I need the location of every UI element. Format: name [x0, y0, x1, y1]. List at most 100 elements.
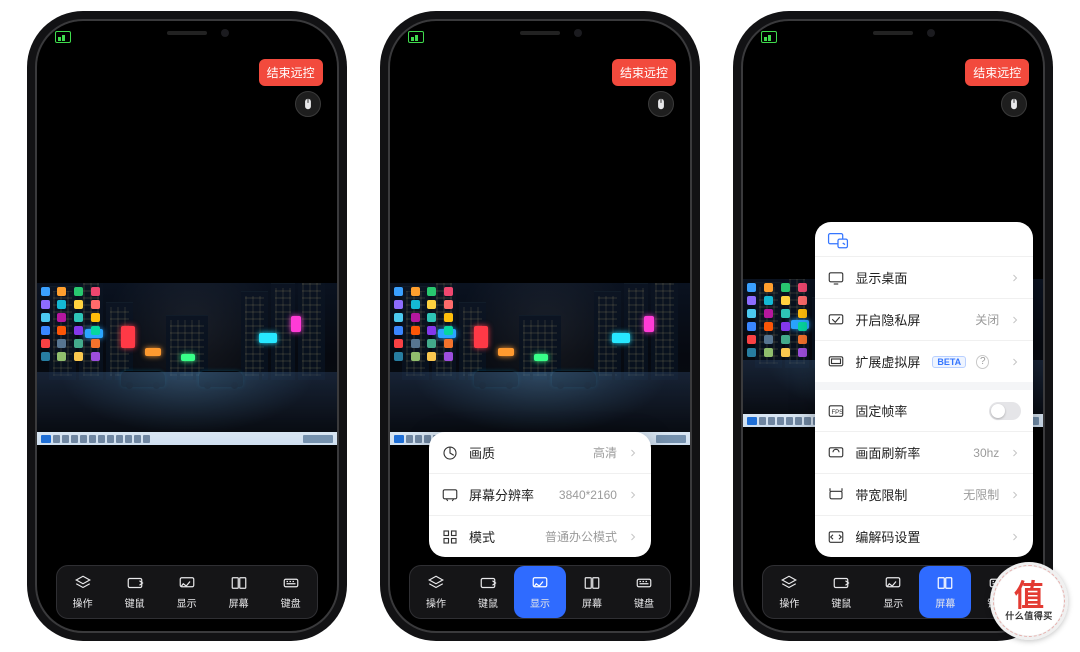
toolbar-display-button[interactable]: 显示	[514, 566, 566, 618]
row-codec[interactable]: 编解码设置	[815, 515, 1033, 557]
row-quality[interactable]: 画质 高清	[429, 432, 651, 473]
mouse-icon	[1007, 97, 1021, 111]
row-mode-label: 模式	[469, 527, 495, 546]
help-icon[interactable]: ?	[976, 355, 989, 369]
toolbar-mouse-button[interactable]: 键鼠	[462, 566, 514, 618]
signal-icon	[408, 31, 424, 43]
row-resolution-value: 3840*2160	[559, 488, 617, 502]
status-bar	[55, 31, 71, 43]
monitor-icon	[177, 574, 197, 592]
bottom-toolbar: 操作 键鼠 显示 屏幕 键盘	[409, 565, 671, 619]
beta-badge: BETA	[932, 356, 966, 368]
row-bandwidth-label: 带宽限制	[855, 485, 907, 504]
bottom-toolbar: 操作 键鼠 显示 屏幕 键盘	[762, 565, 1024, 619]
screens-icon	[229, 574, 249, 592]
status-bar	[408, 31, 424, 43]
keyboard-mouse-icon	[831, 574, 851, 592]
end-remote-button[interactable]: 结束远控	[965, 59, 1029, 86]
row-resolution-label: 屏幕分辨率	[469, 485, 534, 504]
row-show-desktop[interactable]: 显示桌面	[815, 256, 1033, 298]
toolbar-mouse-label: 键鼠	[831, 595, 851, 610]
toolbar-screen-button[interactable]: 屏幕	[213, 566, 265, 618]
signal-icon	[55, 31, 71, 43]
row-quality-label: 画质	[469, 443, 495, 462]
toolbar-mouse-label: 键鼠	[125, 595, 145, 610]
phone-mockup-2: 结束远控	[390, 21, 690, 631]
toolbar-ops-button[interactable]: 操作	[57, 566, 109, 618]
toolbar-display-button[interactable]: 显示	[161, 566, 213, 618]
mouse-icon	[301, 97, 315, 111]
phone-mockup-3: 结束远控	[743, 21, 1043, 631]
watermark-badge: 值 什么值得买	[990, 562, 1068, 640]
row-refresh-rate[interactable]: 画面刷新率 30hz	[815, 431, 1033, 473]
refresh-icon	[827, 444, 845, 462]
row-refresh-label: 画面刷新率	[855, 443, 920, 462]
device-notch	[465, 21, 615, 47]
screen-settings-panel: 显示桌面 开启隐私屏 关闭 扩展虚拟屏 BETA ?	[815, 222, 1033, 557]
row-show-desktop-label: 显示桌面	[855, 268, 907, 287]
layers-icon	[426, 574, 446, 592]
bandwidth-icon	[827, 486, 845, 504]
device-notch	[112, 21, 262, 47]
remote-desktop-view[interactable]	[390, 283, 690, 445]
chevron-right-icon	[1009, 314, 1021, 326]
toolbar-display-label: 显示	[177, 595, 197, 610]
screens-icon	[582, 574, 602, 592]
toolbar-display-button[interactable]: 显示	[867, 566, 919, 618]
row-privacy-label: 开启隐私屏	[855, 310, 920, 329]
device-notch	[818, 21, 968, 47]
mode-icon	[441, 528, 459, 546]
row-codec-label: 编解码设置	[855, 527, 920, 546]
chevron-right-icon	[627, 489, 639, 501]
resolution-icon	[441, 486, 459, 504]
row-fps-label: 固定帧率	[855, 401, 907, 420]
mouse-mode-button[interactable]	[1001, 91, 1027, 117]
toolbar-keyboard-button[interactable]: 键盘	[618, 566, 670, 618]
toolbar-keyboard-label: 键盘	[281, 595, 301, 610]
toolbar-screen-button[interactable]: 屏幕	[919, 566, 971, 618]
toolbar-mouse-button[interactable]: 键鼠	[815, 566, 867, 618]
remote-desktop-view[interactable]	[37, 283, 337, 445]
privacy-icon	[827, 311, 845, 329]
toolbar-screen-button[interactable]: 屏幕	[566, 566, 618, 618]
layers-icon	[779, 574, 799, 592]
row-virtual-label: 扩展虚拟屏	[855, 352, 920, 371]
mouse-icon	[654, 97, 668, 111]
desktop-icon	[827, 269, 845, 287]
remote-desktop-icons	[394, 287, 458, 427]
toolbar-ops-button[interactable]: 操作	[410, 566, 462, 618]
toolbar-screen-label: 屏幕	[229, 595, 249, 610]
toolbar-display-label: 显示	[883, 595, 903, 610]
row-resolution[interactable]: 屏幕分辨率 3840*2160	[429, 473, 651, 515]
phone-screen: 结束远控	[37, 21, 337, 631]
status-bar	[761, 31, 777, 43]
display-settings-panel: 画质 高清 屏幕分辨率 3840*2160 模式 普通办公模式	[429, 432, 651, 557]
chevron-right-icon	[1009, 489, 1021, 501]
mouse-mode-button[interactable]	[648, 91, 674, 117]
mouse-mode-button[interactable]	[295, 91, 321, 117]
keyboard-mouse-icon	[125, 574, 145, 592]
toolbar-ops-label: 操作	[426, 595, 446, 610]
remote-desktop-icons	[747, 283, 811, 409]
toolbar-mouse-button[interactable]: 键鼠	[109, 566, 161, 618]
row-privacy-screen[interactable]: 开启隐私屏 关闭	[815, 298, 1033, 340]
toolbar-ops-label: 操作	[73, 595, 93, 610]
toolbar-display-label: 显示	[530, 595, 550, 610]
chevron-right-icon	[1009, 356, 1021, 368]
row-mode[interactable]: 模式 普通办公模式	[429, 515, 651, 557]
keyboard-icon	[281, 574, 301, 592]
svg-text:FPS: FPS	[832, 410, 844, 416]
row-privacy-value: 关闭	[975, 311, 999, 328]
row-fixed-fps[interactable]: FPS 固定帧率	[815, 382, 1033, 431]
row-virtual-screen[interactable]: 扩展虚拟屏 BETA ?	[815, 340, 1033, 382]
quality-icon	[441, 444, 459, 462]
toolbar-keyboard-button[interactable]: 键盘	[265, 566, 317, 618]
end-remote-button[interactable]: 结束远控	[259, 59, 323, 86]
fixed-fps-toggle[interactable]	[989, 402, 1021, 420]
end-remote-button[interactable]: 结束远控	[612, 59, 676, 86]
signal-icon	[761, 31, 777, 43]
toolbar-ops-button[interactable]: 操作	[763, 566, 815, 618]
row-bandwidth[interactable]: 带宽限制 无限制	[815, 473, 1033, 515]
toolbar-ops-label: 操作	[779, 595, 799, 610]
toolbar-keyboard-label: 键盘	[634, 595, 654, 610]
